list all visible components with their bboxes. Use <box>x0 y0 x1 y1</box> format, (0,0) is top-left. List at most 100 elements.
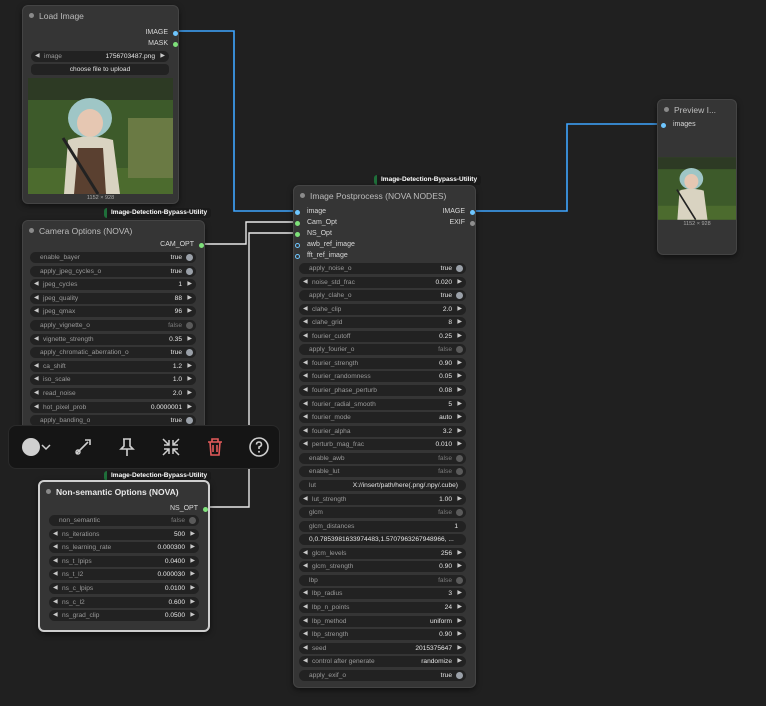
arrow-left-icon[interactable]: ◀ <box>303 371 308 382</box>
input-dot-icon[interactable] <box>295 254 300 259</box>
arrow-left-icon[interactable]: ◀ <box>34 388 39 399</box>
arrow-right-icon[interactable]: ▶ <box>457 548 462 559</box>
node-title[interactable]: Preview I... <box>658 100 736 120</box>
upload-button[interactable]: choose file to upload <box>31 64 169 75</box>
arrow-left-icon[interactable]: ◀ <box>53 583 58 594</box>
trash-icon[interactable] <box>203 435 227 459</box>
widget-ns-c-lpips[interactable]: ◀ ns_c_lpips 0.0100 ▶ <box>49 583 199 594</box>
widget-list-value[interactable]: 0,0.7853981633974483,1.5707963267948966,… <box>299 534 466 546</box>
input-dot-icon[interactable] <box>295 232 300 237</box>
input-cam-opt[interactable]: Cam_Opt <box>295 219 337 226</box>
collapse-dot-icon[interactable] <box>46 489 51 494</box>
output-ns-opt[interactable]: NS_OPT <box>170 505 208 512</box>
nonsemantic-options-node[interactable]: Non-semantic Options (NOVA) NS_OPT non_s… <box>38 480 210 632</box>
arrow-right-icon[interactable]: ▶ <box>190 542 195 553</box>
arrow-left-icon[interactable]: ◀ <box>303 439 308 450</box>
widget-apply-jpeg-cycles-o[interactable]: apply_jpeg_cycles_o true <box>30 265 196 277</box>
widget-apply-chromatic-aberration-o[interactable]: apply_chromatic_aberration_o true <box>30 347 196 359</box>
arrow-right-icon[interactable]: ▶ <box>190 529 195 540</box>
widget-lbp[interactable]: lbp false <box>299 574 466 586</box>
widget-enable-bayer[interactable]: enable_bayer true <box>30 252 196 263</box>
toggle-knob-icon[interactable] <box>456 671 463 679</box>
widget-lbp-strength[interactable]: ◀ lbp_strength 0.90 ▶ <box>299 629 466 641</box>
toggle-knob-icon[interactable] <box>186 349 193 357</box>
arrow-left-icon[interactable]: ◀ <box>53 542 58 553</box>
widget-clahe-clip[interactable]: ◀ clahe_clip 2.0 ▶ <box>299 303 466 315</box>
arrow-left-icon[interactable]: ◀ <box>303 304 308 315</box>
arrow-left-icon[interactable]: ◀ <box>303 317 308 328</box>
input-awb-ref-image[interactable]: awb_ref_image <box>295 241 355 248</box>
widget-apply-fourier-o[interactable]: apply_fourier_o false <box>299 344 466 356</box>
widget-iso-scale[interactable]: ◀ iso_scale 1.0 ▶ <box>30 374 196 386</box>
toggle-knob-icon[interactable] <box>456 346 463 354</box>
arrow-right-icon[interactable]: ▶ <box>187 334 192 345</box>
arrow-right-icon[interactable]: ▶ <box>190 583 195 594</box>
output-image[interactable]: IMAGE <box>442 208 475 215</box>
arrow-right-icon[interactable]: ▶ <box>187 388 192 399</box>
bypass-wand-icon[interactable] <box>71 435 95 459</box>
widget-glcm-levels[interactable]: ◀ glcm_levels 256 ▶ <box>299 547 466 559</box>
arrow-left-icon[interactable]: ◀ <box>303 561 308 572</box>
toggle-knob-icon[interactable] <box>456 468 463 476</box>
arrow-left-icon[interactable]: ◀ <box>303 643 308 654</box>
widget-read-noise[interactable]: ◀ read_noise 2.0 ▶ <box>30 388 196 399</box>
arrow-right-icon[interactable]: ▶ <box>457 602 462 613</box>
widget-jpeg-cycles[interactable]: ◀ jpeg_cycles 1 ▶ <box>30 279 196 291</box>
widget-glcm-strength[interactable]: ◀ glcm_strength 0.90 ▶ <box>299 561 466 573</box>
output-dot-icon[interactable] <box>203 507 208 512</box>
arrow-left-icon[interactable]: ◀ <box>53 597 58 608</box>
help-icon[interactable] <box>247 435 271 459</box>
arrow-left-icon[interactable]: ◀ <box>303 494 308 505</box>
widget-lut-strength[interactable]: ◀ lut_strength 1.00 ▶ <box>299 493 466 505</box>
input-images[interactable]: images <box>661 121 696 128</box>
arrow-right-icon[interactable]: ▶ <box>457 426 462 437</box>
node-title[interactable]: Non-semantic Options (NOVA) <box>40 482 208 502</box>
widget-hot-pixel-prob[interactable]: ◀ hot_pixel_prob 0.0000001 ▶ <box>30 401 196 413</box>
input-image[interactable]: image <box>295 208 326 215</box>
arrow-left-icon[interactable]: ◀ <box>303 385 308 396</box>
widget-enable-lut[interactable]: enable_lut false <box>299 466 466 478</box>
arrow-left-icon[interactable]: ◀ <box>303 656 308 667</box>
arrow-left-icon[interactable]: ◀ <box>53 569 58 580</box>
widget-vignette-strength[interactable]: ◀ vignette_strength 0.35 ▶ <box>30 333 196 345</box>
image-combo[interactable]: ◀ image 1756703487.png ▶ <box>31 51 169 62</box>
collapse-dot-icon[interactable] <box>664 107 669 112</box>
arrow-right-icon[interactable]: ▶ <box>187 402 192 413</box>
arrow-right-icon[interactable]: ▶ <box>457 616 462 627</box>
arrow-right-icon[interactable]: ▶ <box>457 561 462 572</box>
widget-lbp-radius[interactable]: ◀ lbp_radius 3 ▶ <box>299 588 466 600</box>
arrow-left-icon[interactable]: ◀ <box>303 358 308 369</box>
widget-fourier-alpha[interactable]: ◀ fourier_alpha 3.2 ▶ <box>299 425 466 437</box>
arrow-right-icon[interactable]: ▶ <box>457 358 462 369</box>
arrow-right-icon[interactable]: ▶ <box>457 656 462 667</box>
toggle-knob-icon[interactable] <box>456 454 463 462</box>
output-exif[interactable]: EXIF <box>449 219 475 226</box>
arrow-left-icon[interactable]: ◀ <box>34 334 39 345</box>
widget-jpeg-quality[interactable]: ◀ jpeg_quality 88 ▶ <box>30 292 196 304</box>
widget-ns-t-lpips[interactable]: ◀ ns_t_lpips 0.0400 ▶ <box>49 555 199 567</box>
widget-seed[interactable]: ◀ seed 2015375647 ▶ <box>299 642 466 654</box>
input-fft-ref-image[interactable]: fft_ref_image <box>295 252 348 259</box>
widget-fourier-cutoff[interactable]: ◀ fourier_cutoff 0.25 ▶ <box>299 330 466 342</box>
toggle-knob-icon[interactable] <box>456 509 463 517</box>
preview-image-node[interactable]: Preview I... images 1152 × 928 <box>657 99 737 255</box>
arrow-right-icon[interactable]: ▶ <box>190 556 195 567</box>
toggle-knob-icon[interactable] <box>456 576 463 584</box>
chevron-down-icon[interactable] <box>39 435 53 459</box>
toggle-knob-icon[interactable] <box>456 265 463 272</box>
widget-non-semantic[interactable]: non_semantic false <box>49 515 199 526</box>
arrow-left-icon[interactable]: ◀ <box>303 277 308 288</box>
widget-ns-t-l2[interactable]: ◀ ns_t_l2 0.000030 ▶ <box>49 569 199 581</box>
arrow-right-icon[interactable]: ▶ <box>190 610 195 621</box>
arrow-right-icon[interactable]: ▶ <box>457 304 462 315</box>
arrow-left-icon[interactable]: ◀ <box>34 374 39 385</box>
arrow-left-icon[interactable]: ◀ <box>303 412 308 423</box>
arrow-left-icon[interactable]: ◀ <box>303 629 308 640</box>
widget-perturb-mag-frac[interactable]: ◀ perturb_mag_frac 0.010 ▶ <box>299 439 466 451</box>
toggle-knob-icon[interactable] <box>186 254 193 261</box>
load-image-node[interactable]: Load Image IMAGE MASK ◀ image 1756703487… <box>22 5 179 204</box>
widget-fourier-strength[interactable]: ◀ fourier_strength 0.90 ▶ <box>299 357 466 369</box>
toggle-knob-icon[interactable] <box>456 292 463 300</box>
collapse-dot-icon[interactable] <box>29 13 34 18</box>
arrow-right-icon[interactable]: ▶ <box>457 371 462 382</box>
